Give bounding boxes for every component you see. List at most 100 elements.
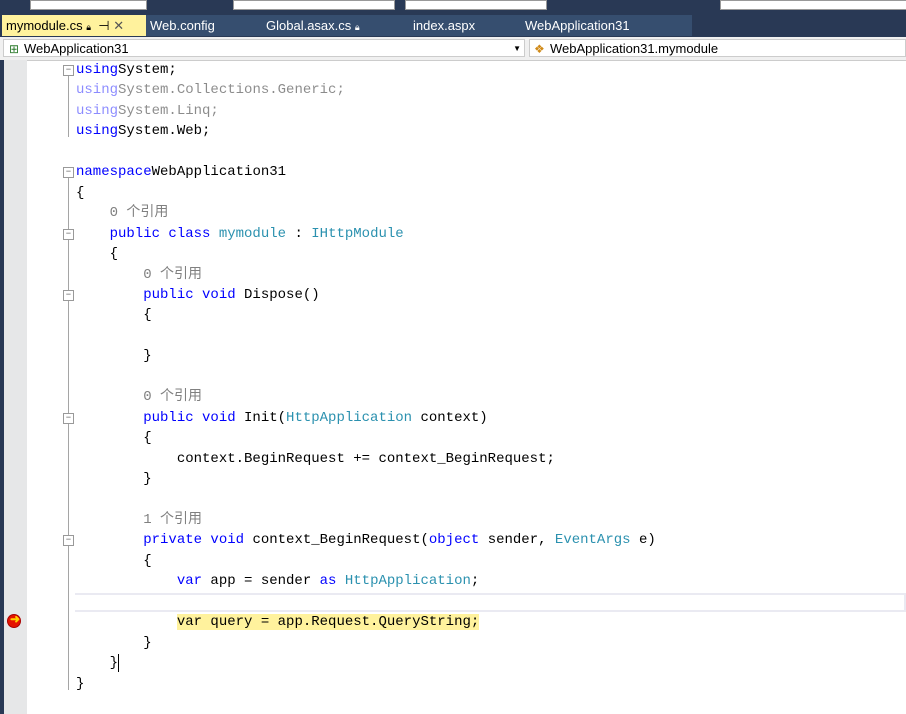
code-line: usingSystem.Web;	[76, 121, 210, 141]
code-token: ;	[470, 573, 480, 590]
code-token: context)	[412, 409, 488, 426]
breakpoint-current-statement-icon[interactable]: ➜	[8, 612, 20, 628]
code-line: }	[76, 346, 152, 366]
code-token: Dispose()	[244, 286, 320, 303]
codelens-reference-count[interactable]: 0 个引用	[76, 203, 169, 223]
collapse-toggle[interactable]: −	[63, 535, 74, 547]
code-token: private void	[76, 532, 253, 549]
code-token: 1 个引用	[76, 511, 203, 528]
code-token: var	[76, 573, 211, 590]
code-line: public void Dispose()	[76, 285, 320, 305]
code-token: EventArgs	[554, 532, 631, 549]
code-token: 0 个引用	[76, 389, 203, 406]
code-token: {	[76, 552, 152, 569]
code-token: 0 个引用	[76, 205, 169, 222]
collapse-toggle[interactable]: −	[63, 228, 74, 240]
code-token: var query = app.Request.QueryString;	[176, 614, 480, 631]
code-line: {	[76, 428, 152, 448]
code-line: context.BeginRequest += context_BeginReq…	[76, 449, 555, 469]
code-token: HttpApplication	[286, 409, 413, 426]
codelens-reference-count[interactable]: 1 个引用	[76, 510, 202, 530]
tab-index-aspx[interactable]: index.aspx	[406, 15, 518, 36]
current-line-highlight	[75, 593, 906, 612]
code-token: {	[76, 307, 152, 324]
tab-label: mymodule.cs	[6, 18, 83, 33]
code-token: 0 个引用	[76, 266, 203, 283]
collapse-toggle[interactable]: −	[63, 167, 74, 179]
toolbar-combo[interactable]	[720, 0, 906, 10]
tab-mymodule-cs[interactable]: mymodule.cs 🔒︎ ⊣ ✕	[2, 15, 146, 36]
project-dropdown[interactable]: ⊞ WebApplication31 ▼	[3, 39, 525, 57]
toolbar	[0, 0, 906, 15]
code-token: namespace	[76, 164, 152, 181]
code-token: System.Linq;	[118, 102, 219, 119]
tab-label: Web.config	[150, 18, 215, 33]
codelens-reference-count[interactable]: 0 个引用	[76, 265, 202, 285]
document-tabs: mymodule.cs 🔒︎ ⊣ ✕ Web.config Global.asa…	[0, 15, 906, 37]
pin-icon[interactable]: ⊣	[98, 18, 109, 33]
code-token: mymodule	[218, 225, 287, 242]
code-token: }	[76, 348, 152, 365]
toolbar-combo[interactable]	[30, 0, 147, 10]
outline-line	[68, 546, 69, 649]
code-token: as	[319, 573, 345, 590]
code-line: {	[76, 183, 84, 203]
code-line: {	[76, 244, 118, 264]
code-token: using	[76, 62, 119, 78]
code-line: public class mymodule : IHttpModule	[76, 224, 404, 244]
code-token: }	[76, 655, 119, 672]
text-caret	[118, 654, 119, 673]
code-token: context_BeginRequest(	[252, 532, 429, 549]
code-token: }	[76, 634, 152, 651]
code-token: using	[76, 102, 119, 119]
code-line: public void Init(HttpApplication context…	[76, 408, 488, 428]
code-token: System;	[118, 62, 177, 78]
code-token: public class	[76, 225, 219, 242]
code-line: usingSystem.Collections.Generic;	[76, 80, 345, 100]
lock-icon: 🔒︎	[86, 22, 91, 32]
toolbar-combo[interactable]	[233, 0, 395, 10]
codelens-reference-count[interactable]: 0 个引用	[76, 387, 202, 407]
navigation-bar: ⊞ WebApplication31 ▼ ❖ WebApplication31.…	[0, 37, 906, 61]
tab-web-config[interactable]: Web.config	[146, 15, 258, 36]
code-token: using	[76, 82, 119, 99]
code-line: private void context_BeginRequest(object…	[76, 530, 656, 550]
tab-label: Global.asax.cs	[266, 18, 352, 33]
code-token: object	[428, 532, 480, 549]
code-token: }	[76, 471, 152, 487]
outline-line	[68, 76, 69, 138]
code-line: }	[76, 633, 152, 653]
code-token: System.Web;	[118, 123, 211, 140]
collapse-toggle[interactable]: −	[63, 412, 74, 424]
outline-line	[68, 423, 69, 485]
collapse-toggle[interactable]: −	[63, 289, 74, 301]
collapse-toggle[interactable]: −	[63, 65, 74, 76]
type-label: WebApplication31.mymodule	[550, 41, 719, 56]
code-line: usingSystem.Linq;	[76, 101, 219, 121]
code-line: {	[76, 305, 152, 325]
lock-icon: 🔒︎	[354, 22, 360, 32]
code-line: var query = app.Request.QueryString;	[76, 612, 480, 632]
code-line: }	[76, 469, 152, 489]
code-line: namespaceWebApplication31	[76, 162, 286, 182]
tab-webapplication31[interactable]: WebApplication31	[518, 15, 692, 36]
code-token: public void	[76, 409, 245, 426]
code-line: }	[76, 653, 118, 673]
code-token: IHttpModule	[311, 225, 404, 242]
type-dropdown[interactable]: ❖ WebApplication31.mymodule	[529, 39, 906, 57]
code-token: System.Collections.Generic;	[118, 82, 345, 99]
code-token: HttpApplication	[344, 573, 471, 590]
code-token: {	[76, 430, 152, 447]
tab-global-asax-cs[interactable]: Global.asax.cs 🔒︎	[258, 15, 406, 36]
code-token: Init(	[244, 409, 287, 426]
code-token: WebApplication31	[151, 164, 287, 181]
close-icon[interactable]: ✕	[113, 18, 124, 33]
chevron-down-icon[interactable]: ▼	[513, 40, 521, 58]
toolbar-combo[interactable]	[405, 0, 547, 10]
outline-line	[68, 300, 69, 363]
code-line: {	[76, 551, 152, 571]
code-token: public void	[76, 286, 245, 303]
code-token: }	[76, 675, 85, 692]
class-icon: ❖	[534, 42, 545, 56]
